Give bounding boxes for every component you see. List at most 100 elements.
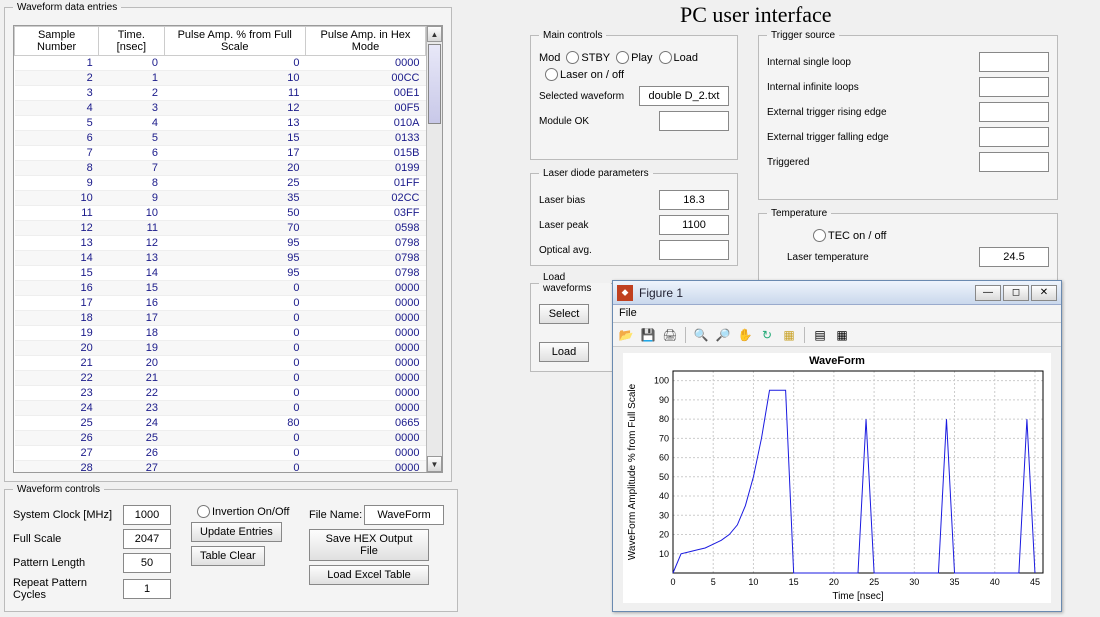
- laser-peak-input[interactable]: [659, 215, 729, 235]
- table-clear-button[interactable]: Table Clear: [191, 546, 265, 566]
- open-icon[interactable]: 📂: [617, 326, 635, 344]
- table-row[interactable]: 1093502CC: [15, 191, 426, 206]
- zoom-in-icon[interactable]: 🔍: [692, 326, 710, 344]
- table-row[interactable]: 222100000: [15, 371, 426, 386]
- table-row[interactable]: 11105003FF: [15, 206, 426, 221]
- svg-text:WaveForm Amplitude % from Full: WaveForm Amplitude % from Full Scale: [627, 383, 638, 560]
- scroll-up-icon[interactable]: ▲: [427, 26, 442, 42]
- load-radio[interactable]: [659, 51, 672, 64]
- table-row[interactable]: 201900000: [15, 341, 426, 356]
- table-cell: 24: [15, 401, 99, 416]
- table-row[interactable]: 242300000: [15, 401, 426, 416]
- waveform-table[interactable]: Sample NumberTime. [nsec]Pulse Amp. % fr…: [14, 26, 426, 472]
- table-row[interactable]: 181700000: [15, 311, 426, 326]
- invertion-radio[interactable]: [197, 505, 210, 518]
- table-row[interactable]: 282700000: [15, 461, 426, 473]
- table-cell: 3: [15, 86, 99, 101]
- save-hex-button[interactable]: Save HEX Output File: [309, 529, 429, 561]
- scroll-thumb[interactable]: [428, 44, 441, 124]
- trigger-input[interactable]: [979, 152, 1049, 172]
- table-row[interactable]: 272600000: [15, 446, 426, 461]
- play-label: Play: [631, 52, 652, 64]
- full-scale-input[interactable]: [123, 529, 171, 549]
- table-cell: 0000: [305, 401, 425, 416]
- table-row[interactable]: 7617015B: [15, 146, 426, 161]
- menu-file[interactable]: File: [619, 307, 637, 319]
- table-cell: 0000: [305, 296, 425, 311]
- table-row[interactable]: 171600000: [15, 296, 426, 311]
- stby-radio[interactable]: [566, 51, 579, 64]
- maximize-button[interactable]: ◻: [1003, 285, 1029, 301]
- print-icon[interactable]: 🖨: [661, 326, 679, 344]
- table-cell: 15: [99, 281, 164, 296]
- svg-text:100: 100: [654, 376, 669, 386]
- table-cell: 00CC: [305, 71, 425, 86]
- table-row[interactable]: 1211700598: [15, 221, 426, 236]
- colorbar-icon[interactable]: ▤: [811, 326, 829, 344]
- rotate-icon[interactable]: ↻: [758, 326, 776, 344]
- load-button[interactable]: Load: [539, 342, 589, 362]
- update-entries-button[interactable]: Update Entries: [191, 522, 282, 542]
- repeat-cycles-input[interactable]: [123, 579, 171, 599]
- laser-temp-input[interactable]: [979, 247, 1049, 267]
- table-cell: 70: [164, 221, 305, 236]
- table-cell: 17: [164, 146, 305, 161]
- table-row[interactable]: 65150133: [15, 131, 426, 146]
- scroll-down-icon[interactable]: ▼: [427, 456, 442, 472]
- laser-onoff-label: Laser on / off: [560, 69, 624, 81]
- table-row[interactable]: 982501FF: [15, 176, 426, 191]
- trigger-input[interactable]: [979, 77, 1049, 97]
- laser-onoff-radio[interactable]: [545, 68, 558, 81]
- table-cell: 2: [15, 71, 99, 86]
- table-cell: 12: [99, 236, 164, 251]
- table-row[interactable]: 2524800665: [15, 416, 426, 431]
- table-row[interactable]: 1413950798: [15, 251, 426, 266]
- svg-text:80: 80: [659, 414, 669, 424]
- svg-text:Time [nsec]: Time [nsec]: [832, 591, 884, 602]
- table-scrollbar[interactable]: ▲ ▼: [426, 26, 442, 472]
- table-cell: 11: [164, 86, 305, 101]
- table-cell: 4: [99, 116, 164, 131]
- laser-bias-input[interactable]: [659, 190, 729, 210]
- table-row[interactable]: 1312950798: [15, 236, 426, 251]
- table-row[interactable]: 87200199: [15, 161, 426, 176]
- pan-icon[interactable]: ✋: [736, 326, 754, 344]
- trigger-input[interactable]: [979, 52, 1049, 72]
- table-row[interactable]: 211000CC: [15, 71, 426, 86]
- svg-text:20: 20: [659, 530, 669, 540]
- select-button[interactable]: Select: [539, 304, 589, 324]
- optical-avg-input[interactable]: [659, 240, 729, 260]
- table-row[interactable]: 1514950798: [15, 266, 426, 281]
- trigger-input[interactable]: [979, 127, 1049, 147]
- table-row[interactable]: 191800000: [15, 326, 426, 341]
- table-row[interactable]: 232200000: [15, 386, 426, 401]
- table-cell: 3: [99, 101, 164, 116]
- table-row[interactable]: 431200F5: [15, 101, 426, 116]
- load-excel-button[interactable]: Load Excel Table: [309, 565, 429, 585]
- module-ok-input[interactable]: [659, 111, 729, 131]
- table-row[interactable]: 161500000: [15, 281, 426, 296]
- data-cursor-icon[interactable]: ▦: [780, 326, 798, 344]
- table-row[interactable]: 321100E1: [15, 86, 426, 101]
- minimize-button[interactable]: —: [975, 285, 1001, 301]
- selected-waveform-input[interactable]: [639, 86, 729, 106]
- figure-titlebar[interactable]: ⬥ Figure 1 — ◻ ✕: [613, 281, 1061, 305]
- save-icon[interactable]: 💾: [639, 326, 657, 344]
- table-row[interactable]: 262500000: [15, 431, 426, 446]
- zoom-out-icon[interactable]: 🔎: [714, 326, 732, 344]
- system-clock-input[interactable]: [123, 505, 171, 525]
- trigger-input[interactable]: [979, 102, 1049, 122]
- figure-menubar[interactable]: File: [613, 305, 1061, 323]
- pattern-length-input[interactable]: [123, 553, 171, 573]
- table-cell: 17: [99, 311, 164, 326]
- file-name-input[interactable]: [364, 505, 444, 525]
- table-cell: 015B: [305, 146, 425, 161]
- table-cell: 0: [164, 311, 305, 326]
- play-radio[interactable]: [616, 51, 629, 64]
- table-row[interactable]: 212000000: [15, 356, 426, 371]
- tec-onoff-radio[interactable]: [813, 229, 826, 242]
- legend-icon[interactable]: ▦: [833, 326, 851, 344]
- table-row[interactable]: 1000000: [15, 56, 426, 71]
- close-button[interactable]: ✕: [1031, 285, 1057, 301]
- table-row[interactable]: 5413010A: [15, 116, 426, 131]
